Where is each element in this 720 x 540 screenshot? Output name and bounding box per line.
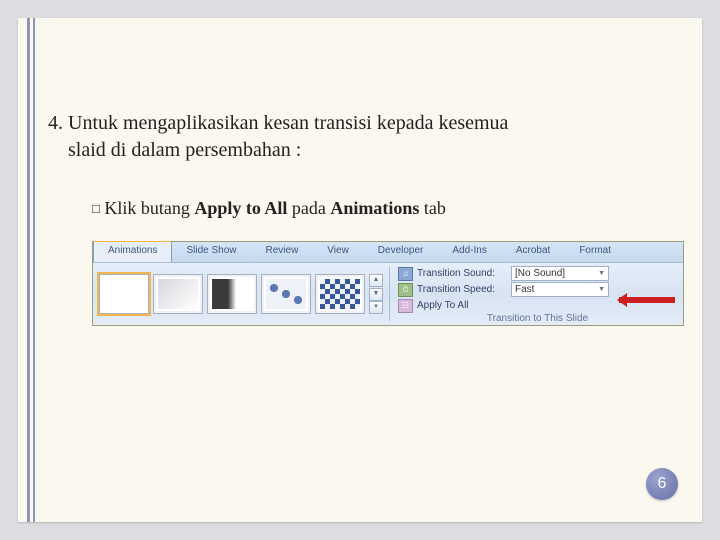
chevron-down-icon: ▼ — [598, 270, 605, 277]
speed-label: Transition Speed: — [417, 284, 507, 295]
gallery-more-icon[interactable]: ▾ — [369, 301, 383, 314]
ribbon-body: ▲ ▼ ▾ ♫ Transition Sound: [No Sound] ▼ — [93, 263, 683, 325]
sound-label: Transition Sound: — [417, 268, 507, 279]
instruction-line-2: slaid di dalam persembahan : — [48, 139, 301, 161]
bullet-bold-animations: Animations — [330, 198, 419, 218]
bullet-bold-apply: Apply to All — [194, 198, 287, 218]
tab-slideshow[interactable]: Slide Show — [172, 242, 251, 262]
group-caption: Transition to This Slide — [392, 313, 683, 324]
ribbon-screenshot: Animations Slide Show Review View Develo… — [92, 241, 684, 326]
bullet-post: tab — [419, 198, 446, 218]
tab-animations[interactable]: Animations — [93, 241, 172, 262]
tab-developer[interactable]: Developer — [364, 242, 439, 262]
sound-value: [No Sound] — [515, 268, 565, 279]
speed-value: Fast — [515, 284, 534, 295]
page-number-badge: 6 — [646, 468, 678, 500]
slide-content: 4. Untuk mengaplikasikan kesan transisi … — [48, 110, 678, 326]
instruction-text: 4. Untuk mengaplikasikan kesan transisi … — [48, 110, 678, 164]
transition-thumb-dissolve[interactable] — [261, 274, 311, 314]
transition-thumb-checker[interactable] — [315, 274, 365, 314]
square-bullet-icon: □ — [92, 201, 100, 216]
ribbon-tabs: Animations Slide Show Review View Develo… — [93, 242, 683, 263]
tab-review[interactable]: Review — [252, 242, 314, 262]
red-arrow-annotation — [619, 297, 675, 303]
tab-view[interactable]: View — [313, 242, 364, 262]
page-number: 6 — [658, 475, 667, 493]
tab-acrobat[interactable]: Acrobat — [502, 242, 565, 262]
sound-dropdown[interactable]: [No Sound] ▼ — [511, 266, 609, 281]
group-divider — [389, 267, 390, 321]
transition-thumb-wipe[interactable] — [207, 274, 257, 314]
tab-format[interactable]: Format — [565, 242, 626, 262]
gallery-down-icon[interactable]: ▼ — [369, 288, 383, 301]
tab-addins[interactable]: Add-Ins — [438, 242, 501, 262]
row-transition-speed: ⏱ Transition Speed: Fast ▼ — [398, 282, 679, 297]
apply-all-label: Apply To All — [417, 300, 507, 311]
bullet-mid: pada — [287, 198, 330, 218]
bullet-pre: Klik butang — [104, 198, 194, 218]
gallery-scroll: ▲ ▼ ▾ — [369, 274, 383, 314]
bullet-item: □ Klik butang Apply to All pada Animatio… — [92, 198, 678, 219]
chevron-down-icon: ▼ — [598, 286, 605, 293]
gallery-up-icon[interactable]: ▲ — [369, 274, 383, 287]
speed-icon: ⏱ — [398, 283, 413, 297]
speed-dropdown[interactable]: Fast ▼ — [511, 282, 609, 297]
transition-thumb-none[interactable] — [99, 274, 149, 314]
transition-options: ♫ Transition Sound: [No Sound] ▼ ⏱ Trans… — [392, 263, 683, 325]
transition-gallery: ▲ ▼ ▾ — [93, 263, 387, 325]
slide-canvas: 4. Untuk mengaplikasikan kesan transisi … — [18, 18, 702, 522]
apply-all-icon: ☷ — [398, 299, 413, 313]
instruction-line-1: 4. Untuk mengaplikasikan kesan transisi … — [48, 112, 508, 134]
row-transition-sound: ♫ Transition Sound: [No Sound] ▼ — [398, 266, 679, 281]
decorative-side-lines — [27, 18, 35, 522]
sound-icon: ♫ — [398, 267, 413, 281]
transition-thumb-fade[interactable] — [153, 274, 203, 314]
